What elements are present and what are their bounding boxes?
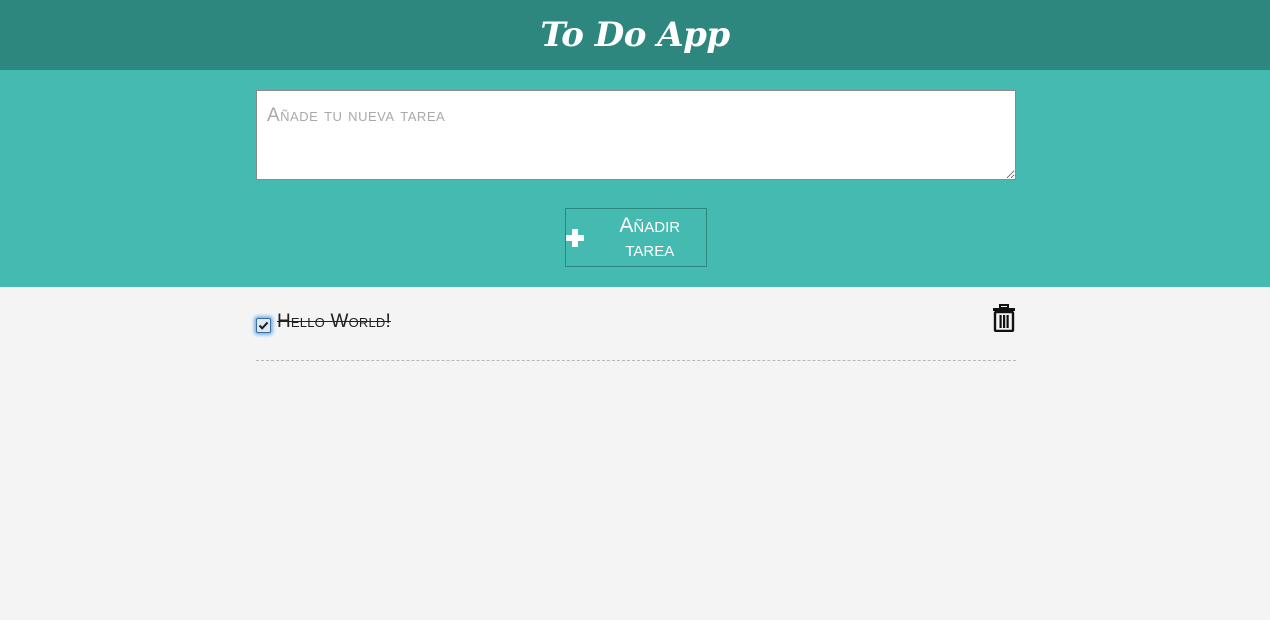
task-complete-checkbox[interactable] — [256, 318, 271, 333]
task-list: Hello World! — [256, 287, 1016, 361]
delete-task-button[interactable] — [992, 304, 1016, 333]
new-task-input[interactable] — [256, 90, 1016, 180]
app-header: To Do App — [0, 0, 1270, 70]
task-text: Hello World! — [277, 311, 391, 332]
plus-icon — [566, 228, 584, 247]
trash-icon — [993, 304, 1015, 333]
task-composer: Añadir tarea — [0, 70, 1270, 287]
task-item: Hello World! — [256, 287, 1016, 361]
add-task-button[interactable]: Añadir tarea — [565, 208, 707, 267]
add-task-label: Añadir tarea — [619, 213, 681, 261]
app-title: To Do App — [540, 15, 730, 55]
check-icon — [258, 321, 269, 330]
